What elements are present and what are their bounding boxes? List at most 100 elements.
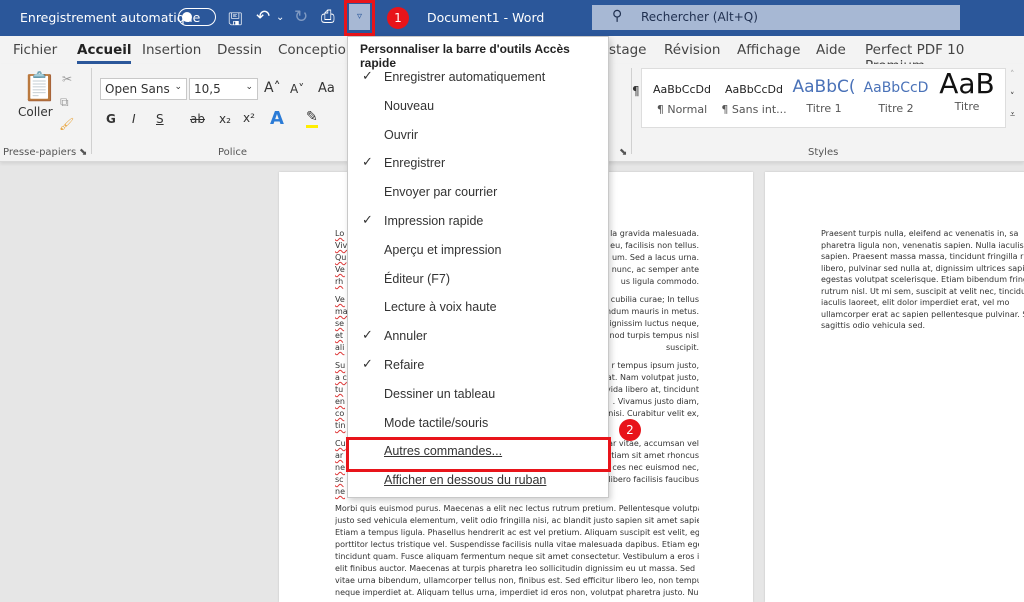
shrink-font-icon[interactable]: A˅	[290, 82, 304, 96]
style-preview: AaB	[939, 67, 995, 100]
font-size-select[interactable]: 10,5 ⌄	[189, 78, 258, 100]
text-line: neque imperdiet at. Aliquam tellus urna,…	[335, 588, 699, 597]
paste-label[interactable]: Coller	[18, 105, 53, 119]
paragraph-launcher-icon[interactable]: ⬊	[619, 147, 627, 158]
text-fragment: ne	[335, 463, 345, 472]
style-preview: AaBbC(	[792, 77, 856, 97]
italic-button[interactable]: I	[132, 112, 136, 126]
menu-item-annuler[interactable]: ✓ Annuler	[348, 323, 608, 351]
grow-font-icon[interactable]: A˄	[264, 80, 281, 96]
redo-icon[interactable]: ↻	[294, 7, 308, 27]
change-case-button[interactable]: Aa	[318, 81, 335, 96]
styles-more-icon[interactable]: ⩡	[1010, 110, 1015, 120]
style-preview: AaBbCcDd	[653, 83, 711, 96]
text-fragment: nisi. Curabitur velit ex,	[608, 409, 699, 418]
title-bar: Enregistrement automatique 🖫 ↶ ⌄ ↻ ⎙ ▿ D…	[0, 0, 1024, 36]
undo-icon[interactable]: ↶	[256, 7, 270, 27]
bold-button[interactable]: G	[106, 112, 116, 126]
text-fragment: um. Sed a lacus urna.	[611, 253, 699, 262]
menu-item-label: Lecture à voix haute	[384, 300, 497, 315]
text-line: Etiam a tempus ligula. Phasellus hendrer…	[335, 528, 699, 537]
strikethrough-button[interactable]: ab	[190, 112, 205, 126]
text-effects-icon[interactable]: A	[270, 108, 284, 129]
styles-gallery: AaBbCcDd ¶ Normal AaBbCcDd ¶ Sans int... A…	[641, 67, 1006, 128]
cut-icon[interactable]: ✂	[62, 72, 72, 86]
text-fragment: sc	[335, 475, 344, 484]
checkmark-icon: ✓	[362, 327, 373, 343]
style-preview: AaBbCcD	[863, 80, 929, 96]
menu-item-impression-rapide[interactable]: ✓ Impression rapide	[348, 208, 608, 236]
menu-item-lecture-à-voix-haute[interactable]: Lecture à voix haute	[348, 294, 608, 322]
menu-item-ouvrir[interactable]: Ouvrir	[348, 122, 608, 150]
tab-conception[interactable]: Conception	[278, 42, 354, 58]
format-painter-icon[interactable]: 🖌	[59, 117, 74, 131]
autosave-toggle[interactable]	[178, 8, 216, 26]
chevron-down-icon: ⌄	[245, 82, 253, 92]
menu-item-mode-tactile-souris[interactable]: Mode tactile/souris	[348, 410, 608, 438]
menu-item-enregistrer[interactable]: ✓ Enregistrer	[348, 150, 608, 178]
checkmark-icon: ✓	[362, 68, 373, 83]
paste-icon[interactable]: 📋	[22, 70, 57, 103]
style-name: Titre 2	[878, 102, 914, 115]
menu-item-envoyer-par-courrier[interactable]: Envoyer par courrier	[348, 179, 608, 207]
subscript-button[interactable]: x₂	[219, 112, 231, 126]
style-titre-1[interactable]: AaBbC( Titre 1	[791, 77, 857, 115]
text-fragment: ar vitae, accumsan vel	[608, 439, 699, 448]
text-line: tincidunt quam. Fusce aliquam fermentum …	[335, 552, 699, 561]
tab-revision[interactable]: Révision	[664, 42, 720, 58]
text-line: sagittis odio vehicula sed.	[821, 321, 926, 330]
menu-item-label: Impression rapide	[384, 214, 484, 228]
text-fragment: dignissim luctus neque,	[604, 319, 699, 328]
font-name-select[interactable]: Open Sans ⌄	[100, 78, 187, 100]
search-box[interactable]: ⚲ Rechercher (Alt+Q)	[592, 5, 960, 30]
menu-item-enregistrer-automatiquement[interactable]: ✓ Enregistrer automatiquement	[348, 64, 608, 92]
text-fragment: tiam sit amet rhoncus	[611, 451, 699, 460]
text-fragment: . Vivamus justo diam,	[612, 397, 699, 406]
document-title: Document1 - Word	[427, 10, 545, 25]
tab-publipostage[interactable]: stage	[609, 42, 646, 58]
menu-item-éditeur-f7[interactable]: Éditeur (F7)	[348, 266, 608, 294]
menu-item-label: Éditeur (F7)	[384, 271, 450, 286]
text-line: Morbi quis euismod purus. Maecenas a eli…	[335, 504, 699, 513]
style-name: Titre 1	[806, 102, 842, 115]
tab-fichier[interactable]: Fichier	[13, 42, 57, 58]
text-fragment: Ve	[335, 265, 345, 274]
divider	[631, 68, 632, 154]
style-titre[interactable]: AaB Titre	[934, 67, 1000, 113]
style-name: Titre	[954, 100, 980, 113]
text-fragment: at. Nam volutpat justo,	[606, 373, 699, 382]
styles-scroll-down-icon[interactable]: ˅	[1010, 92, 1015, 102]
tab-accueil[interactable]: Accueil	[77, 42, 132, 64]
text-fragment: e cubilia curae; In tellus	[603, 295, 699, 304]
style-normal[interactable]: AaBbCcDd ¶ Normal	[647, 83, 717, 116]
text-line: vitae urna bibendum, ullamcorper tellus …	[335, 576, 699, 585]
tab-affichage[interactable]: Affichage	[737, 42, 800, 58]
styles-scroll-up-icon[interactable]: ˄	[1010, 70, 1015, 80]
tab-aide[interactable]: Aide	[816, 42, 846, 58]
quick-print-icon[interactable]: ⎙	[321, 7, 335, 27]
menu-item-label: Aperçu et impression	[384, 242, 502, 257]
checkmark-icon: ✓	[362, 154, 373, 170]
text-line: elit finibus auctor. Maecenas at turpis …	[335, 564, 696, 573]
menu-item-refaire[interactable]: ✓ Refaire	[348, 352, 608, 380]
text-fragment: et	[335, 331, 344, 340]
pilcrow-icon[interactable]: ¶	[632, 84, 640, 98]
tab-insertion[interactable]: Insertion	[142, 42, 201, 58]
style-sans-interligne[interactable]: AaBbCcDd ¶ Sans int...	[719, 83, 789, 116]
underline-button[interactable]: S	[156, 112, 164, 126]
style-titre-2[interactable]: AaBbCcD Titre 2	[862, 80, 930, 115]
superscript-button[interactable]: x²	[243, 111, 255, 125]
menu-item-aperçu-et-impression[interactable]: Aperçu et impression	[348, 237, 608, 265]
undo-dropdown-icon[interactable]: ⌄	[276, 12, 284, 23]
copy-icon[interactable]: ⧉	[60, 95, 69, 110]
text-fragment: ces nec euismod nec,	[612, 463, 699, 472]
text-line: egestas volutpat scelerisque. Etiam bibe…	[821, 275, 1024, 284]
menu-item-nouveau[interactable]: Nouveau	[348, 93, 608, 121]
tab-dessin[interactable]: Dessin	[217, 42, 262, 58]
search-placeholder: Rechercher (Alt+Q)	[641, 10, 758, 24]
highlight-icon[interactable]: ✎	[306, 109, 318, 128]
menu-item-dessiner-un-tableau[interactable]: Dessiner un tableau	[348, 381, 608, 409]
save-icon[interactable]: 🖫	[228, 7, 242, 36]
clipboard-launcher-icon[interactable]: ⬊	[79, 147, 87, 158]
text-line: Praesent turpis nulla, eleifend ac venen…	[821, 229, 1019, 238]
